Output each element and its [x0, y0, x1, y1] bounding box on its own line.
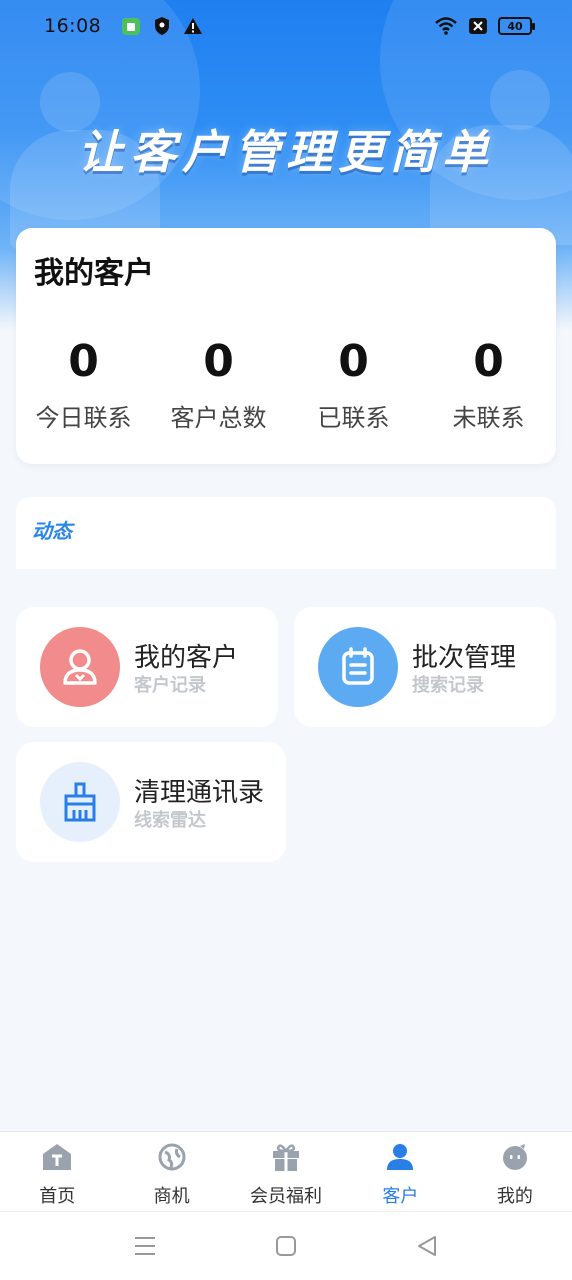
globe-icon — [157, 1142, 187, 1176]
tab-customers[interactable]: 客户 — [343, 1132, 457, 1211]
feature-batch-management[interactable]: 批次管理 搜索记录 — [294, 607, 556, 727]
home-icon — [41, 1142, 73, 1176]
feature-title: 清理通讯录 — [134, 778, 265, 808]
gift-icon — [270, 1142, 302, 1176]
home-square-icon[interactable] — [274, 1234, 298, 1258]
dynamic-label: 动态 — [32, 519, 72, 543]
warning-icon — [183, 17, 203, 35]
my-customers-stats-card: 我的客户 0 今日联系 0 客户总数 0 已联系 0 未联系 — [16, 228, 556, 464]
feature-title: 我的客户 — [134, 643, 239, 673]
shield-icon — [153, 16, 171, 36]
stat-label: 已联系 — [317, 404, 390, 432]
feature-my-customers[interactable]: 我的客户 客户记录 — [16, 607, 278, 727]
bottom-tab-bar: 首页 商机 会员福利 客户 我的 — [0, 1131, 572, 1211]
battery-icon: 40 — [498, 17, 535, 35]
stat-contacted[interactable]: 0 已联系 — [286, 338, 421, 433]
system-navigation-bar — [0, 1211, 572, 1280]
tab-label: 会员福利 — [250, 1186, 323, 1207]
tab-label: 客户 — [382, 1186, 419, 1207]
user-icon — [40, 627, 120, 707]
feature-subtitle: 搜索记录 — [412, 675, 484, 696]
stat-total-customers[interactable]: 0 客户总数 — [151, 338, 286, 433]
banner-title: 让客户管理更简单 — [78, 125, 494, 179]
tab-mine[interactable]: 我的 — [458, 1132, 572, 1211]
tab-label: 商机 — [153, 1186, 190, 1207]
stat-value: 0 — [473, 336, 504, 387]
broom-icon — [40, 762, 120, 842]
stat-value: 0 — [338, 336, 369, 387]
notepad-icon — [318, 627, 398, 707]
wifi-icon — [434, 16, 458, 36]
feature-subtitle: 线索雷达 — [134, 810, 206, 831]
stat-label: 今日联系 — [35, 404, 132, 432]
battery-level: 40 — [507, 19, 523, 33]
menu-icon[interactable] — [133, 1234, 157, 1258]
status-time: 16:08 — [44, 15, 102, 37]
tab-label: 我的 — [496, 1186, 533, 1207]
back-triangle-icon[interactable] — [415, 1234, 439, 1258]
stat-not-contacted[interactable]: 0 未联系 — [421, 338, 556, 433]
person-icon — [385, 1142, 415, 1176]
app-notification-icon — [121, 16, 141, 36]
dynamic-section: 动态 — [16, 497, 556, 569]
tab-home[interactable]: 首页 — [0, 1132, 114, 1211]
feature-clean-contacts[interactable]: 清理通讯录 线索雷达 — [16, 742, 286, 862]
status-bar: 16:08 40 — [0, 0, 572, 52]
stat-label: 未联系 — [452, 404, 525, 432]
stat-value: 0 — [68, 336, 99, 387]
feature-subtitle: 客户记录 — [134, 675, 206, 696]
tab-opportunity[interactable]: 商机 — [114, 1132, 228, 1211]
stat-label: 客户总数 — [170, 404, 267, 432]
face-icon — [500, 1142, 530, 1176]
stat-today-contacted[interactable]: 0 今日联系 — [16, 338, 151, 433]
feature-title: 批次管理 — [412, 643, 517, 673]
tab-label: 首页 — [39, 1186, 76, 1207]
stat-value: 0 — [203, 336, 234, 387]
tab-member-benefits[interactable]: 会员福利 — [229, 1132, 343, 1211]
stats-row: 0 今日联系 0 客户总数 0 已联系 0 未联系 — [16, 338, 556, 433]
sim-off-icon — [468, 17, 488, 35]
stats-card-title: 我的客户 — [34, 256, 154, 291]
